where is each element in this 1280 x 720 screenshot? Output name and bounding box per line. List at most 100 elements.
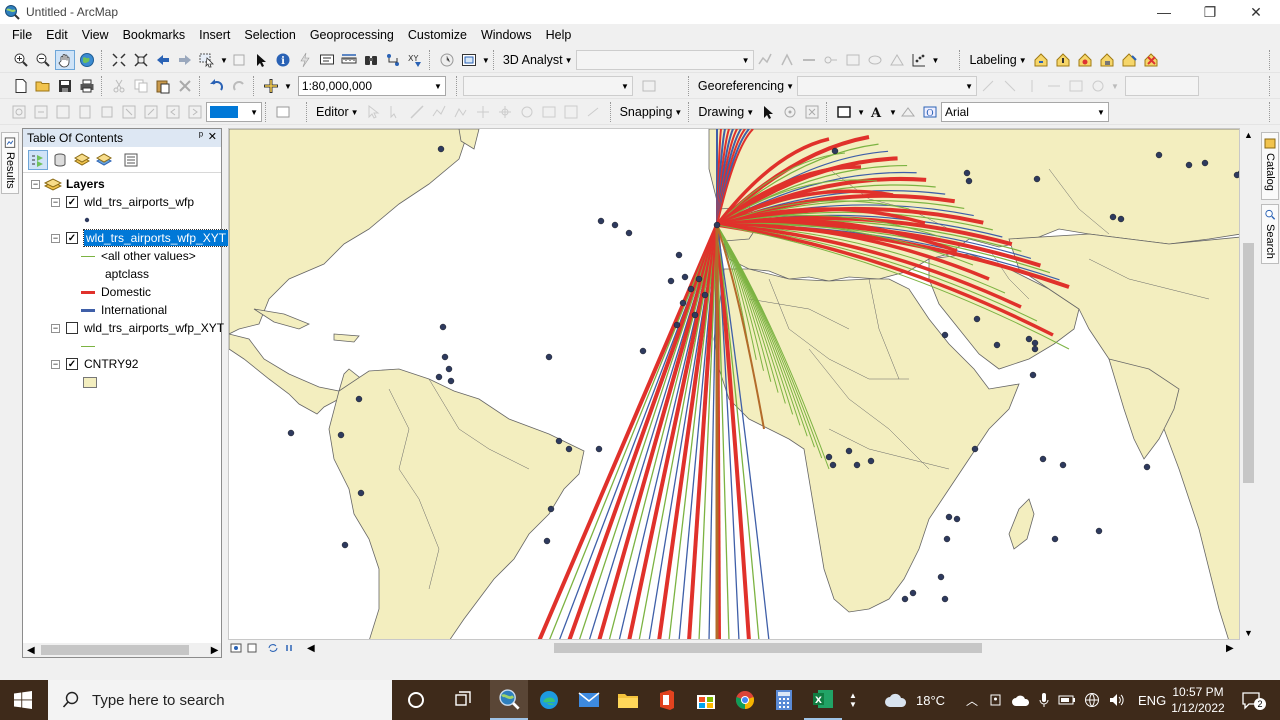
select-elements-arrow-icon[interactable] — [251, 50, 271, 70]
find-route-icon[interactable] — [383, 50, 403, 70]
taskbar-file-explorer[interactable] — [609, 680, 647, 720]
taskbar-store[interactable] — [687, 680, 725, 720]
taskbar-chrome[interactable] — [726, 680, 764, 720]
pin-icon[interactable]: ᵖ — [199, 130, 203, 142]
scroll-thumb[interactable] — [1243, 243, 1254, 483]
minimize-button[interactable]: — — [1141, 0, 1187, 24]
save-icon[interactable] — [55, 76, 75, 96]
measure-icon[interactable] — [339, 50, 359, 70]
hyperlink-icon[interactable] — [295, 50, 315, 70]
dropdown-arrow-icon[interactable]: ▼ — [284, 82, 292, 91]
html-popup-icon[interactable] — [317, 50, 337, 70]
find-binoculars-icon[interactable] — [361, 50, 381, 70]
label-priority-icon[interactable] — [1053, 50, 1073, 70]
layout-view-icon[interactable] — [245, 642, 259, 654]
menu-selection[interactable]: Selection — [239, 28, 300, 42]
3d-analyst-layer-combo[interactable]: ▼ — [575, 50, 754, 70]
dropdown-arrow-icon[interactable]: ▼ — [220, 56, 228, 65]
collapse-icon[interactable]: − — [51, 323, 60, 333]
layer-visibility-checkbox[interactable]: ✓ — [66, 196, 78, 208]
map-scale-combo[interactable]: 1:80,000,000 ▼ — [297, 76, 446, 96]
notification-center-button[interactable]: 2 — [1236, 680, 1266, 720]
view-unplaced-labels-icon[interactable] — [1141, 50, 1161, 70]
search-tab[interactable]: Search — [1261, 204, 1279, 264]
label-weight-icon[interactable] — [1075, 50, 1095, 70]
start-button[interactable] — [4, 680, 42, 720]
paste-icon[interactable] — [153, 76, 173, 96]
undo-icon[interactable] — [207, 76, 227, 96]
dropdown-arrow-icon[interactable]: ▼ — [932, 56, 940, 65]
scroll-left-icon[interactable]: ◀ — [27, 645, 35, 656]
go-to-xy-icon[interactable]: XY — [405, 50, 425, 70]
new-document-icon[interactable] — [11, 76, 31, 96]
network-globe-icon[interactable] — [1084, 692, 1100, 708]
cortana-button[interactable] — [397, 680, 435, 720]
chevron-up-icon[interactable]: ▲ — [849, 691, 857, 700]
create-viewer-window-icon[interactable] — [459, 50, 479, 70]
close-button[interactable]: ✕ — [1233, 0, 1279, 24]
dropdown-arrow-icon[interactable]: ▼ — [857, 108, 865, 117]
toc-layer-airports-xyt-selected[interactable]: − ✓ wld_trs_airports_wfp_XYT — [51, 229, 230, 247]
menu-bookmarks[interactable]: Bookmarks — [118, 28, 191, 42]
menu-edit[interactable]: Edit — [41, 28, 73, 42]
labeling-dropdown[interactable]: Labeling ▼ — [966, 53, 1029, 67]
show-hidden-icons-chevron[interactable]: ︿ — [966, 692, 978, 709]
open-folder-icon[interactable] — [33, 76, 53, 96]
scroll-down-icon[interactable]: ▼ — [1240, 628, 1257, 638]
toolbar-grip[interactable] — [1269, 76, 1273, 96]
menu-geoprocessing[interactable]: Geoprocessing — [305, 28, 399, 42]
time-slider-icon[interactable] — [437, 50, 457, 70]
dropdown-arrow-icon[interactable]: ▼ — [482, 56, 490, 65]
menu-insert[interactable]: Insert — [194, 28, 235, 42]
editor-dropdown[interactable]: Editor ▼ — [313, 105, 362, 119]
toc-close-button[interactable]: ✕ — [208, 130, 217, 143]
toggle-draft-mode-icon[interactable] — [273, 102, 293, 122]
onedrive-cloud-icon[interactable] — [1012, 693, 1030, 707]
toolbar-grip[interactable] — [609, 102, 614, 122]
toolbar-grip[interactable] — [306, 102, 310, 122]
collapse-icon[interactable]: − — [31, 179, 40, 189]
collapse-icon[interactable]: − — [51, 197, 60, 207]
collapse-icon[interactable]: − — [51, 233, 60, 243]
pause-drawing-icon[interactable] — [282, 642, 296, 654]
task-view-button[interactable] — [444, 680, 482, 720]
list-by-drawing-order-icon[interactable] — [28, 149, 48, 170]
toolbar-grip[interactable] — [1269, 50, 1273, 70]
identify-icon[interactable]: i — [273, 50, 293, 70]
scroll-thumb[interactable] — [554, 643, 982, 653]
pan-hand-icon[interactable] — [55, 50, 75, 70]
results-tab[interactable]: Results — [1, 132, 19, 194]
add-data-icon[interactable] — [261, 76, 281, 96]
layer-visibility-checkbox[interactable] — [66, 322, 78, 334]
clock[interactable]: 10:57 PM 1/12/2022 — [1166, 680, 1230, 720]
select-features-icon[interactable] — [197, 50, 217, 70]
layer-visibility-checkbox[interactable]: ✓ — [66, 232, 78, 244]
scroll-up-icon[interactable]: ▲ — [1240, 130, 1257, 140]
taskbar-search-box[interactable]: Type here to search — [48, 680, 392, 720]
list-by-source-icon[interactable] — [50, 150, 70, 170]
map-canvas[interactable] — [229, 129, 1240, 640]
new-text-icon[interactable]: A — [866, 102, 886, 122]
toc-layer-airports-xyt-hidden[interactable]: − wld_trs_airports_wfp_XYT — [51, 319, 224, 337]
rectangle-icon[interactable] — [834, 102, 854, 122]
zoom-in-icon[interactable] — [11, 50, 31, 70]
chevron-down-icon[interactable]: ▼ — [849, 700, 857, 709]
catalog-tab[interactable]: Catalog — [1261, 132, 1279, 200]
zoom-out-icon[interactable] — [33, 50, 53, 70]
select-elements-icon[interactable] — [758, 102, 778, 122]
toolbar-grip[interactable] — [687, 76, 692, 96]
clear-selection-icon[interactable] — [229, 50, 249, 70]
3d-analyst-dropdown[interactable]: 3D Analyst ▼ — [500, 53, 576, 67]
meet-now-icon[interactable] — [988, 692, 1004, 708]
scroll-thumb[interactable] — [40, 645, 189, 655]
scroll-right-icon[interactable]: ▶ — [211, 645, 219, 656]
toolbar-grip[interactable] — [959, 50, 963, 70]
go-forward-icon[interactable] — [175, 50, 195, 70]
weather-widget[interactable]: 18°C — [884, 680, 945, 720]
taskbar-calculator[interactable] — [765, 680, 803, 720]
print-icon[interactable] — [77, 76, 97, 96]
taskbar-excel[interactable]: X — [804, 680, 842, 720]
taskbar-mail[interactable] — [570, 680, 608, 720]
drawing-dropdown[interactable]: Drawing ▼ — [695, 105, 757, 119]
full-extent-globe-icon[interactable] — [77, 50, 97, 70]
